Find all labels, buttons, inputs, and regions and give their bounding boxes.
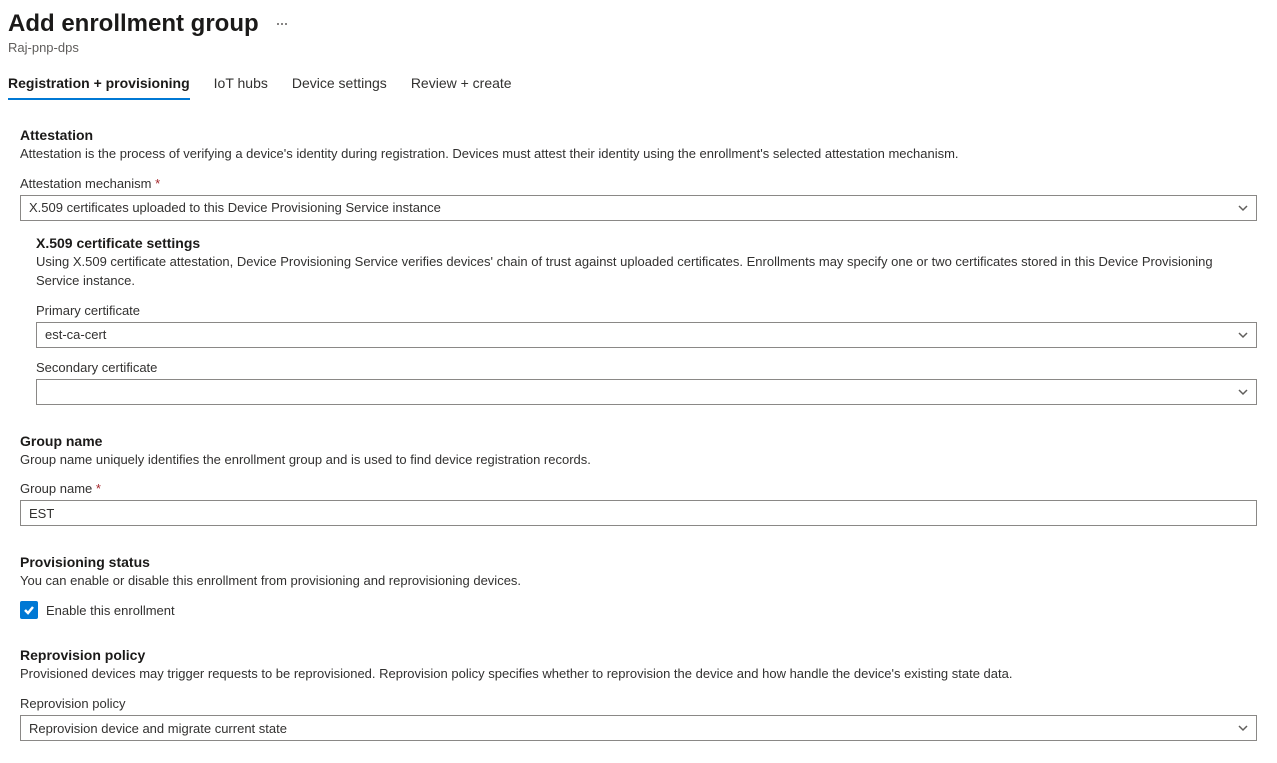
reprovision-policy-heading: Reprovision policy xyxy=(20,647,1257,663)
reprovision-policy-label: Reprovision policy xyxy=(20,696,1257,711)
tab-device-settings[interactable]: Device settings xyxy=(292,69,387,99)
enable-enrollment-label: Enable this enrollment xyxy=(46,603,175,618)
attestation-mechanism-select[interactable]: X.509 certificates uploaded to this Devi… xyxy=(20,195,1257,221)
resource-subtitle: Raj-pnp-dps xyxy=(8,40,1269,55)
x509-heading: X.509 certificate settings xyxy=(36,235,1257,251)
check-icon xyxy=(23,604,35,616)
page-title: Add enrollment group xyxy=(8,10,259,38)
tab-iot-hubs[interactable]: IoT hubs xyxy=(214,69,268,99)
primary-certificate-label: Primary certificate xyxy=(36,303,1257,318)
primary-certificate-select[interactable]: est-ca-cert xyxy=(36,322,1257,348)
enable-enrollment-checkbox[interactable] xyxy=(20,601,38,619)
attestation-mechanism-label: Attestation mechanism * xyxy=(20,176,1257,191)
more-actions-button[interactable] xyxy=(273,19,291,29)
attestation-desc: Attestation is the process of verifying … xyxy=(20,145,1257,164)
group-name-input[interactable] xyxy=(20,500,1257,526)
group-name-label: Group name * xyxy=(20,481,1257,496)
reprovision-policy-select[interactable]: Reprovision device and migrate current s… xyxy=(20,715,1257,741)
provisioning-status-heading: Provisioning status xyxy=(20,554,1257,570)
tab-review-create[interactable]: Review + create xyxy=(411,69,512,99)
group-name-desc: Group name uniquely identifies the enrol… xyxy=(20,451,1257,470)
tab-registration-provisioning[interactable]: Registration + provisioning xyxy=(8,69,190,99)
tab-bar: Registration + provisioning IoT hubs Dev… xyxy=(8,69,1269,99)
secondary-certificate-label: Secondary certificate xyxy=(36,360,1257,375)
attestation-heading: Attestation xyxy=(20,127,1257,143)
secondary-certificate-select[interactable] xyxy=(36,379,1257,405)
group-name-heading: Group name xyxy=(20,433,1257,449)
reprovision-policy-desc: Provisioned devices may trigger requests… xyxy=(20,665,1257,684)
x509-desc: Using X.509 certificate attestation, Dev… xyxy=(36,253,1257,291)
provisioning-status-desc: You can enable or disable this enrollmen… xyxy=(20,572,1257,591)
